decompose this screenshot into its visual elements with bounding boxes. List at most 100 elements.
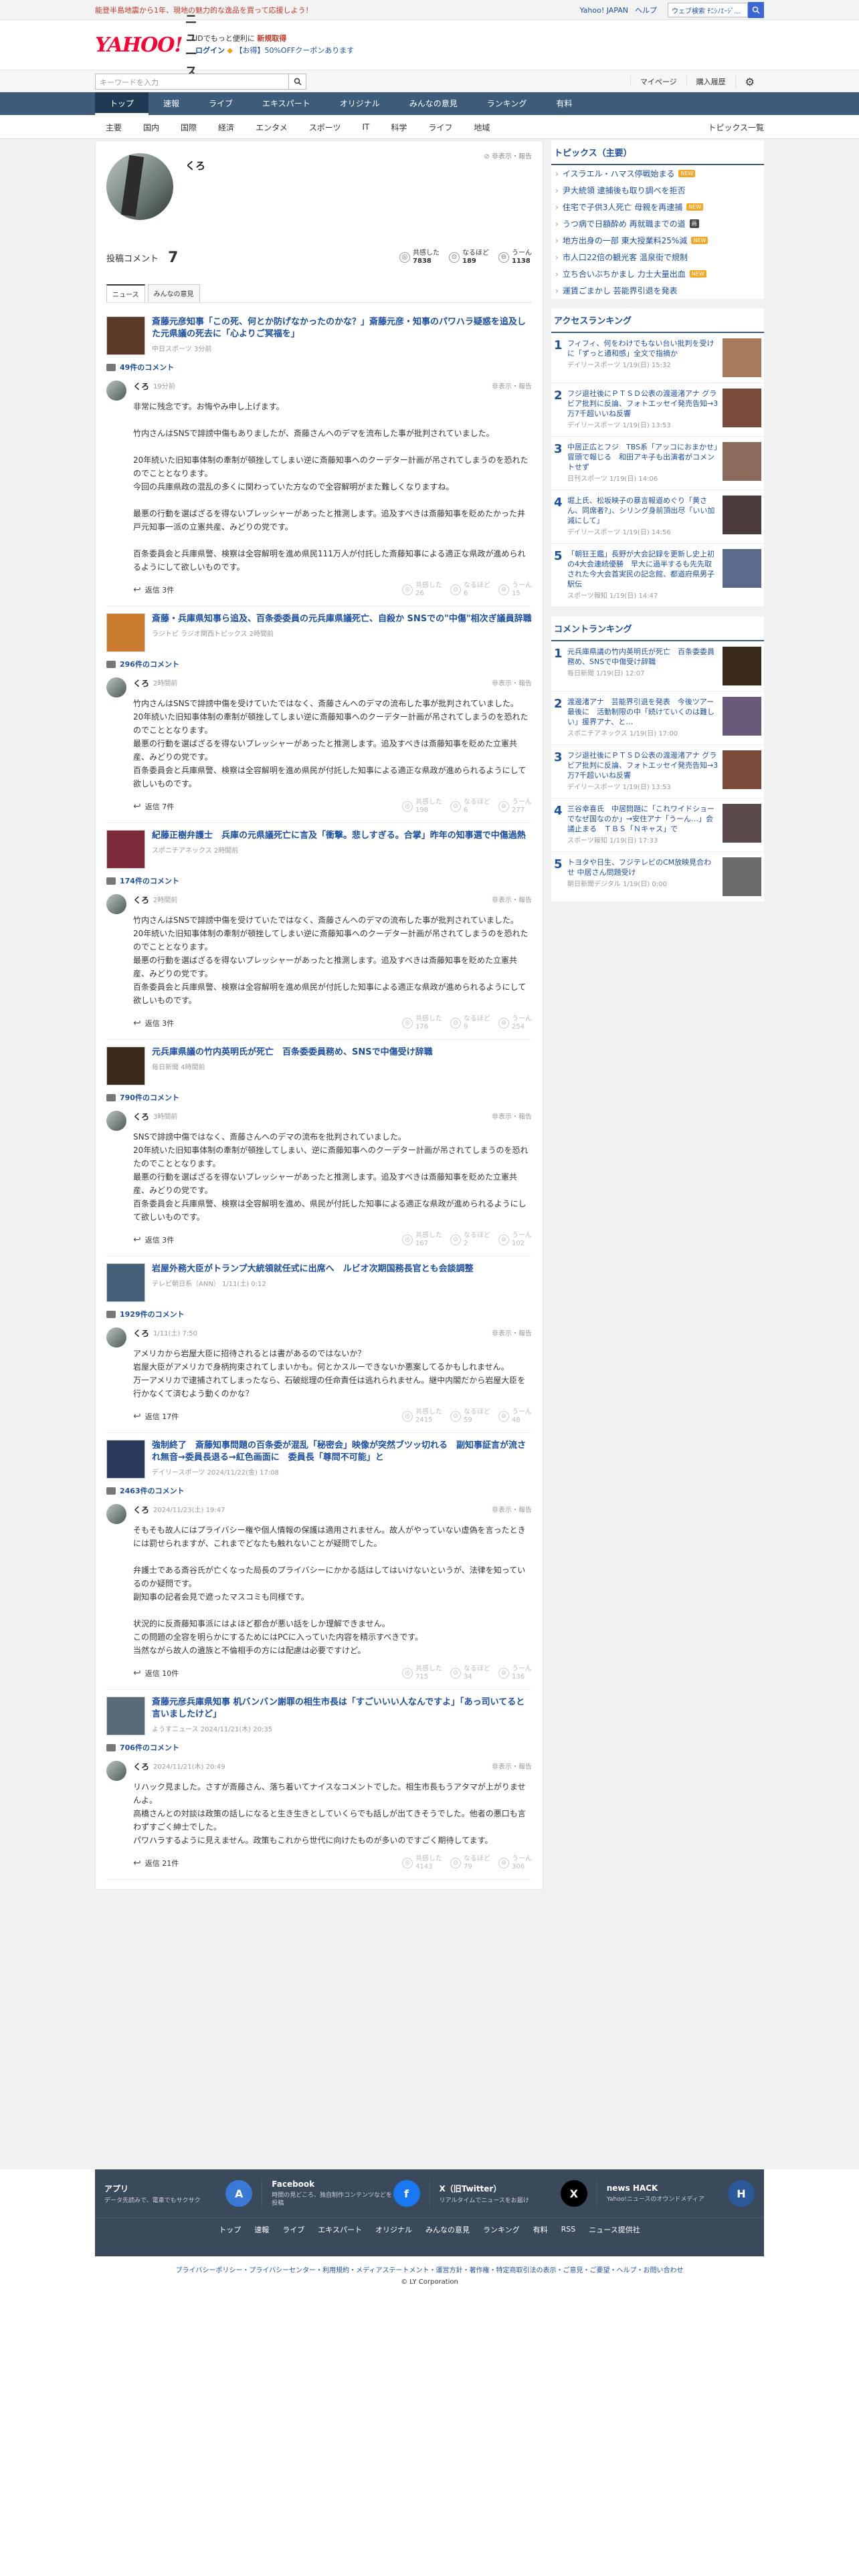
report-link[interactable]: 非表示・報告: [492, 1761, 532, 1772]
topic-item[interactable]: 地方出身の一部 東大授業料25%減NEW: [551, 232, 764, 249]
comment-user[interactable]: くろ: [133, 677, 149, 689]
footer-nav-item[interactable]: ライブ: [282, 2224, 304, 2235]
cnav-life[interactable]: ライフ: [417, 122, 463, 133]
empathy-button[interactable]: ◎ 共感した 4143: [402, 1855, 442, 1871]
report-link[interactable]: 非表示・報告: [492, 1327, 532, 1339]
access-ranking-item[interactable]: 3 中居正広とフジ TBS系「アッコにおまかせ」冒頭で報じる 和田アキ子も出演者が…: [551, 437, 764, 490]
hmm-button[interactable]: ⊖ うーん 15: [498, 582, 532, 598]
footer-nav-item[interactable]: オリジナル: [375, 2224, 412, 2235]
insight-button[interactable]: ⊙ なるほど 79: [450, 1855, 490, 1871]
comment-user[interactable]: くろ: [133, 1327, 149, 1339]
comment-user[interactable]: くろ: [133, 894, 149, 905]
insight-button[interactable]: ⊙ なるほど 6: [450, 582, 490, 598]
article-thumbnail[interactable]: [106, 316, 145, 355]
empathy-button[interactable]: ◎ 共感した 198: [402, 798, 442, 815]
report-link[interactable]: 非表示・報告: [492, 381, 532, 392]
footer-nav-item[interactable]: ランキング: [483, 2224, 520, 2235]
comment-count-link[interactable]: 296件のコメント: [106, 659, 532, 669]
access-ranking-item[interactable]: 4 堀上氏、松坂映子の暴言報道めぐり「黄さん、同席者?」、シリング身前頂出尽「いい…: [551, 490, 764, 544]
comment-user[interactable]: くろ: [133, 1504, 149, 1515]
legal-links[interactable]: プライバシーポリシー・プライバシーセンター・利用規約・メディアステートメント・運…: [0, 2256, 859, 2278]
footer-nav-item[interactable]: ニュース提供社: [589, 2224, 640, 2235]
article-title[interactable]: 元兵庫県議の竹内英明氏が死亡 百条委委員務め、SNSで中傷受け辞職: [152, 1047, 433, 1059]
article-thumbnail[interactable]: [106, 830, 145, 869]
topic-item[interactable]: 尹大統領 逮捕後も取り調べを拒否: [551, 182, 764, 199]
insight-button[interactable]: ⊙ なるほど 9: [450, 1015, 490, 1031]
article-thumbnail[interactable]: [106, 613, 145, 652]
footer-nav-item[interactable]: 速報: [254, 2224, 269, 2235]
tab-news[interactable]: ニュース: [106, 284, 145, 302]
footer-nav-item[interactable]: RSS: [561, 2225, 576, 2234]
cnav-science[interactable]: 科学: [380, 122, 417, 133]
web-search-input[interactable]: ウェブ検索 ﾁﾆｼﾉｴｰｼﾞ...: [668, 3, 748, 17]
access-ranking-item[interactable]: 2 フジ退社後にＰＴＳＤ公表の渡邊渚アナ グラビア批判に反論、フォトエッセイ発売告…: [551, 383, 764, 437]
gnav-expert[interactable]: エキスパート: [248, 92, 325, 115]
coupon-link[interactable]: 【お得】50%OFFクーポンあります: [235, 46, 354, 55]
article-title[interactable]: 強制終了 斎藤知事問題の百条委が混乱「秘密会」映像が突然ブツッ切れる 副知事証言…: [152, 1440, 532, 1464]
comment-ranking-item[interactable]: 3 フジ退社後にＰＴＳＤ公表の渡邊渚アナ グラビア批判に反論、フォトエッセイ発売告…: [551, 745, 764, 798]
yahoo-japan-link[interactable]: Yahoo! JAPAN: [579, 6, 628, 15]
article-link[interactable]: 紀藤正樹弁護士 兵庫の元県議死亡に言及「衝撃。悲しすぎる。合掌」昨年の知事選で中…: [106, 830, 532, 869]
article-link[interactable]: 斎藤・兵庫県知事ら追及、百条委委員の元兵庫県議死亡、自殺か SNSでの"中傷"相…: [106, 613, 532, 652]
reply-button[interactable]: ↩ 返信 17件: [133, 1411, 179, 1422]
topics-list-link[interactable]: トピックス一覧: [708, 122, 764, 133]
report-link[interactable]: 非表示・報告: [492, 1504, 532, 1515]
empathy-button[interactable]: ◎ 共感した 26: [402, 582, 442, 598]
article-title[interactable]: 紀藤正樹弁護士 兵庫の元県議死亡に言及「衝撃。悲しすぎる。合掌」昨年の知事選で中…: [152, 830, 526, 842]
footer-app-link[interactable]: X（旧Twitter） リアルタイムでニュースをお届け X: [430, 2180, 597, 2207]
article-thumbnail[interactable]: [106, 1047, 145, 1085]
reply-button[interactable]: ↩ 返信 7件: [133, 801, 174, 812]
reply-button[interactable]: ↩ 返信 21件: [133, 1858, 179, 1868]
yahoo-news-logo[interactable]: YAHOO! ニュース: [95, 10, 197, 80]
hmm-button[interactable]: ⊖ うーん 102: [498, 1232, 532, 1248]
insight-button[interactable]: ⊙ なるほど 34: [450, 1665, 490, 1681]
report-link[interactable]: 非表示・報告: [492, 894, 532, 905]
article-title[interactable]: 斎藤元彦兵庫県知事 机バンバン謝罪の相生市長は「すごいいい人なんですよ」「あっ司…: [152, 1697, 532, 1721]
article-thumbnail[interactable]: [106, 1263, 145, 1302]
reply-button[interactable]: ↩ 返信 3件: [133, 584, 174, 595]
article-link[interactable]: 強制終了 斎藤知事問題の百条委が混乱「秘密会」映像が突然ブツッ切れる 副知事証言…: [106, 1440, 532, 1479]
report-link[interactable]: 非表示・報告: [492, 677, 532, 689]
news-search-button[interactable]: [289, 74, 306, 90]
topic-item[interactable]: 運賃ごまかし 芸能界引退を発表: [551, 282, 764, 299]
comment-user[interactable]: くろ: [133, 381, 149, 392]
comment-ranking-item[interactable]: 4 三谷幸喜氏 中居問題に「これワイドショーでなぜ国なのか」→安住アナ「うーん…」…: [551, 798, 764, 852]
footer-app-link[interactable]: news HACK Yahoo!ニュースのオウンドメディア H: [597, 2180, 764, 2207]
comment-user[interactable]: くろ: [133, 1111, 149, 1122]
footer-nav-item[interactable]: エキスパート: [318, 2224, 362, 2235]
news-search-input[interactable]: キーワードを入力: [95, 74, 289, 90]
hmm-button[interactable]: ⊖ うーん 277: [498, 798, 532, 815]
insight-button[interactable]: ⊙ なるほど 59: [450, 1408, 490, 1424]
comment-count-link[interactable]: 706件のコメント: [106, 1742, 532, 1753]
gnav-flash[interactable]: 速報: [149, 92, 194, 115]
comment-count-link[interactable]: 1929件のコメント: [106, 1309, 532, 1319]
gnav-ranking[interactable]: ランキング: [472, 92, 542, 115]
login-link[interactable]: ログイン: [195, 46, 225, 55]
cnav-domestic[interactable]: 国内: [132, 122, 170, 133]
article-title[interactable]: 岩屋外務大臣がトランプ大統領就任式に出席へ ルビオ次期国務長官とも会談調整: [152, 1263, 474, 1275]
comment-count-link[interactable]: 2463件のコメント: [106, 1485, 532, 1496]
article-thumbnail[interactable]: [106, 1697, 145, 1735]
article-link[interactable]: 元兵庫県議の竹内英明氏が死亡 百条委委員務め、SNSで中傷受け辞職 毎日新聞 4時…: [106, 1047, 532, 1085]
reply-button[interactable]: ↩ 返信 3件: [133, 1235, 174, 1245]
help-link[interactable]: ヘルプ: [635, 5, 657, 15]
empathy-button[interactable]: ◎ 共感した 176: [402, 1015, 442, 1031]
hmm-button[interactable]: ⊖ うーん 48: [498, 1408, 532, 1424]
tab-opinion[interactable]: みんなの意見: [147, 284, 200, 302]
cnav-local[interactable]: 地域: [463, 122, 500, 133]
access-ranking-item[interactable]: 1 フィフィ、何をわけでもない台い批判を受けに「ずっと通和感」全文で指摘か デイリー…: [551, 333, 764, 383]
article-link[interactable]: 斎藤元彦兵庫県知事 机バンバン謝罪の相生市長は「すごいいい人なんですよ」「あっ司…: [106, 1697, 532, 1735]
article-title[interactable]: 斎藤元彦知事「この死、何とか防げなかったのかな？」斎藤元彦・知事のパワハラ疑惑を…: [152, 316, 532, 340]
report-link[interactable]: ⊘ 非表示・報告: [484, 150, 532, 160]
topic-item[interactable]: 市人口22倍の観光客 温泉街で規制: [551, 249, 764, 265]
gnav-opinion[interactable]: みんなの意見: [395, 92, 472, 115]
cnav-world[interactable]: 国際: [170, 122, 207, 133]
article-link[interactable]: 岩屋外務大臣がトランプ大統領就任式に出席へ ルビオ次期国務長官とも会談調整 テレビ…: [106, 1263, 532, 1302]
footer-nav-item[interactable]: 有料: [533, 2224, 548, 2235]
gnav-live[interactable]: ライブ: [194, 92, 248, 115]
cnav-business[interactable]: 経済: [207, 122, 245, 133]
web-search-button[interactable]: [748, 2, 764, 18]
empathy-button[interactable]: ◎ 共感した 715: [402, 1665, 442, 1681]
article-link[interactable]: 斎藤元彦知事「この死、何とか防げなかったのかな？」斎藤元彦・知事のパワハラ疑惑を…: [106, 316, 532, 355]
insight-button[interactable]: ⊙ なるほど 2: [450, 1232, 490, 1248]
